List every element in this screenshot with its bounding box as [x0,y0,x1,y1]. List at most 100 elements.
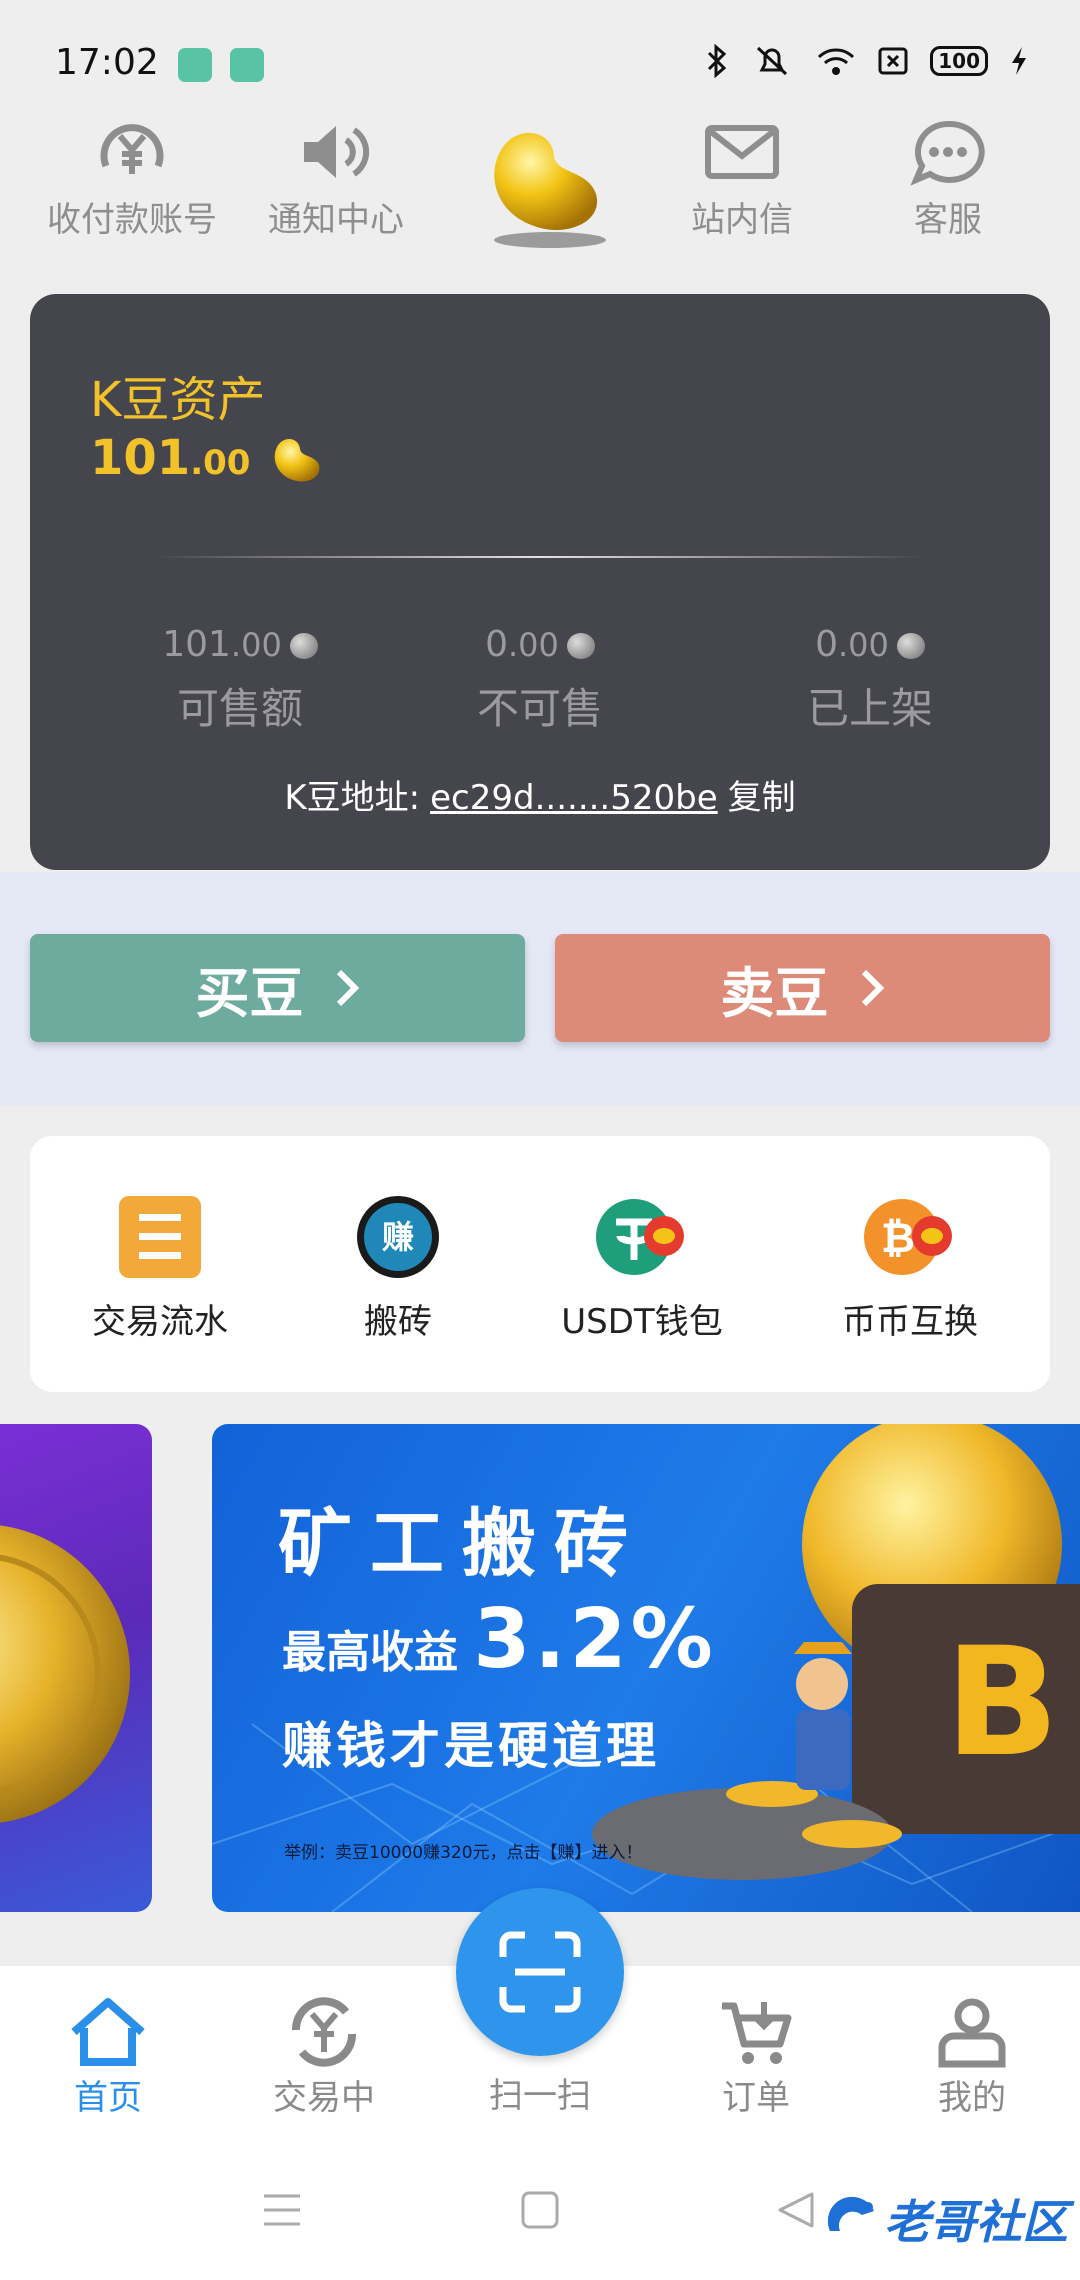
customer-service-label: 客服 [914,200,982,240]
tab-profile[interactable]: 我的 [882,1996,1062,2119]
banner-subtitle-prefix: 最高收益 [282,1627,458,1678]
svg-text:赚: 赚 [382,1218,414,1256]
address-value[interactable]: ec29d.......520be [430,778,718,818]
tab-trading-label: 交易中 [273,2078,375,2118]
asset-card: K豆资产 101.00 101.00 可售额 0.00 不可售 0.00 已上架… [30,294,1050,870]
copy-address-button[interactable]: 复制 [728,778,796,818]
yen-exchange-icon [291,1997,357,2067]
yen-circle-icon [100,124,164,174]
sellable-label: 可售额 [176,684,303,733]
banner-title: 矿工搬砖 [278,1501,646,1587]
chevron-right-icon [861,969,884,1007]
ledger-icon [119,1196,201,1278]
transaction-history-entry[interactable]: 交易流水 [40,1194,280,1343]
trade-action-band: 买豆 卖豆 [0,872,1080,1106]
listed-int: 0 [815,624,838,665]
buy-bean-button[interactable]: 买豆 [30,934,525,1042]
wifi-icon [818,48,855,75]
banner-previous-slide[interactable] [0,1424,152,1912]
unsellable-label: 不可售 [476,684,603,733]
watermark: 老哥社区 [824,2186,1068,2252]
svg-text:₿: ₿ [881,1213,915,1262]
scan-button[interactable] [456,1888,624,2056]
customer-service-shortcut[interactable]: 客服 [848,118,1048,241]
sellable-int: 101 [162,624,231,665]
usdt-wallet-icon [596,1199,684,1275]
notification-center-label: 通知中心 [268,200,404,240]
usdt-wallet-entry[interactable]: USDT钱包 [522,1194,762,1343]
unsellable-amount: 0.00 不可售 [380,624,700,736]
asset-total-dec: .00 [190,443,251,483]
silver-bean-icon [289,633,318,659]
bluetooth-icon [708,44,727,78]
back-triangle-icon[interactable] [776,2190,816,2230]
cart-icon [722,2002,792,2064]
banner-note: 举例：卖豆10000赚320元，点击【赚】进入！ [284,1843,643,1863]
mining-label: 搬砖 [364,1302,432,1342]
asset-total: 101.00 [90,430,329,487]
payment-account-label: 收付款账号 [47,200,217,240]
banner-yield-value: 3.2% [473,1592,717,1687]
notification-center-shortcut[interactable]: 通知中心 [236,118,436,241]
battery-indicator: 100 [930,46,988,76]
sellable-amount: 101.00 可售额 [80,624,400,736]
inbox-shortcut[interactable]: 站内信 [642,118,842,241]
payment-account-shortcut[interactable]: 收付款账号 [32,118,232,241]
sellable-dec: .00 [230,626,282,664]
status-bar: 17:02 100 [0,0,1080,110]
coin-swap-entry[interactable]: ₿ 币币互换 [790,1194,1030,1343]
app-notification-icon [230,48,264,82]
earn-badge-icon: 赚 [357,1196,439,1278]
silver-bean-icon [896,633,925,659]
scan-icon [499,1931,581,2013]
dragon-logo-icon [827,2196,874,2231]
inbox-label: 站内信 [691,200,793,240]
tab-home[interactable]: 首页 [18,1996,198,2119]
tab-trading[interactable]: 交易中 [234,1996,414,2119]
listed-label: 已上架 [806,684,933,733]
sim-card-icon [878,47,908,75]
mute-bell-icon [757,46,788,76]
bean-address-row: K豆地址: ec29d.......520be 复制 [30,770,1050,819]
unsellable-int: 0 [485,624,508,665]
asset-title: K豆资产 [90,372,266,428]
home-square-icon[interactable] [520,2190,560,2230]
crypto-coin-graphic [0,1525,130,1823]
home-icon [71,1998,145,2066]
tab-scan-label: 扫一扫 [489,2076,591,2116]
coin-swap-label: 币币互换 [842,1302,978,1342]
watermark-text: 老哥社区 [884,2195,1068,2249]
gold-bean-icon [274,438,320,482]
envelope-icon [705,125,779,179]
speaker-icon [304,126,370,178]
banner-subtitle: 最高收益 3.2% [282,1592,717,1687]
tab-orders[interactable]: 订单 [666,1996,846,2119]
asset-total-int: 101 [90,430,191,486]
tab-home-label: 首页 [74,2078,142,2118]
download-notification-icon [178,48,212,82]
svg-text:B: B [945,1616,1059,1790]
mining-promo-banner[interactable]: B 矿工搬砖 最高收益 3.2% 赚钱才是硬道理 举例：卖豆10000赚320元… [212,1424,1080,1912]
asset-divider [155,556,925,558]
bitcoin-swap-icon: ₿ [864,1199,952,1275]
user-icon [938,1998,1006,2068]
mining-entry[interactable]: 赚 搬砖 [278,1194,518,1343]
unsellable-dec: .00 [508,626,559,664]
listed-amount: 0.00 已上架 [710,624,1030,736]
banner-slogan: 赚钱才是硬道理 [282,1717,660,1775]
chevron-right-icon [336,969,359,1007]
quick-entry-card: 交易流水 赚 搬砖 USDT钱包 ₿ 币币互换 [30,1136,1050,1392]
chat-bubble-icon [910,120,985,186]
sell-bean-label: 卖豆 [720,961,829,1025]
address-label: K豆地址: [284,778,421,818]
system-navigation-bar: 老哥社区 [0,2146,1080,2280]
charging-icon [1012,47,1026,75]
menu-icon[interactable] [262,2192,302,2228]
usdt-wallet-label: USDT钱包 [561,1302,723,1342]
tab-orders-label: 订单 [722,2078,790,2118]
tab-scan[interactable]: 扫一扫 [450,2066,630,2117]
sell-bean-button[interactable]: 卖豆 [555,934,1050,1042]
listed-dec: .00 [838,626,889,664]
status-icons: 100 [706,44,1028,78]
silver-bean-icon [566,633,595,659]
